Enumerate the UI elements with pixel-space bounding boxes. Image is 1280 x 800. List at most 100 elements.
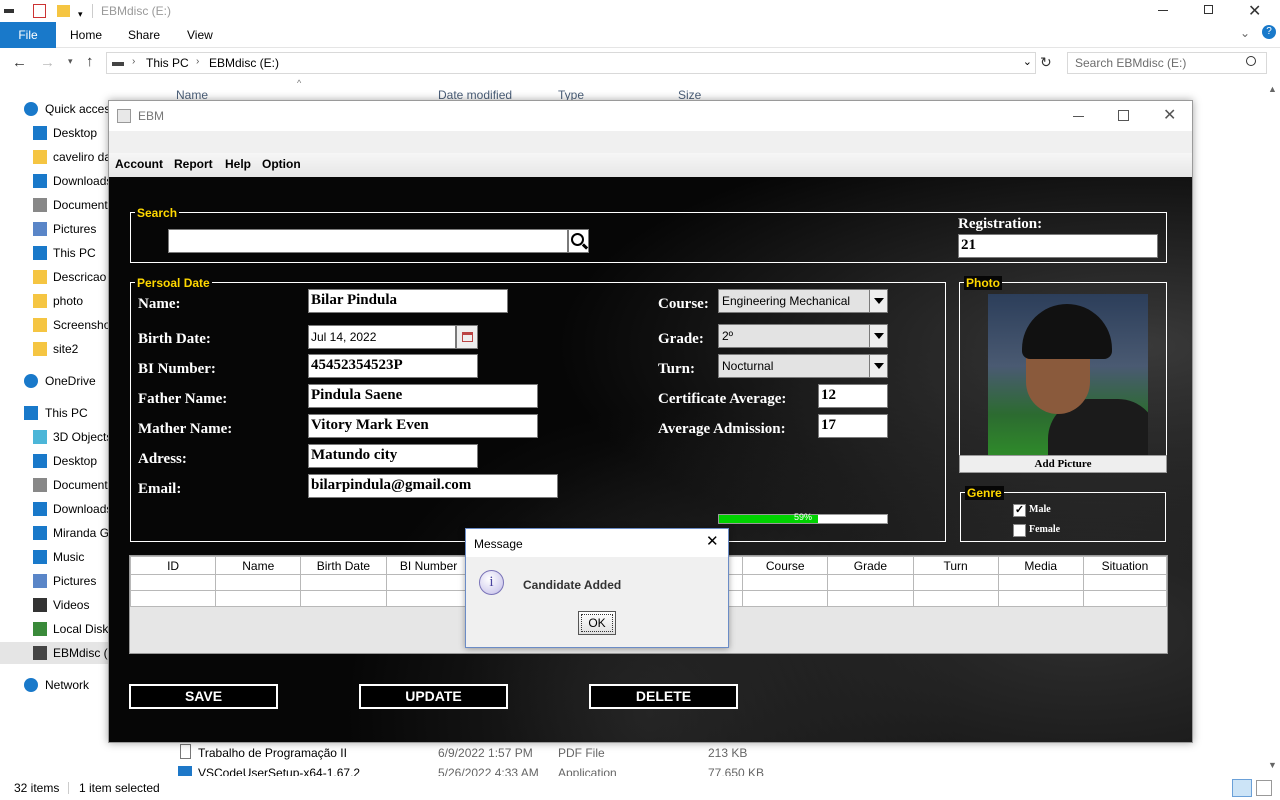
large-icons-view-icon[interactable]: [1256, 780, 1272, 796]
table-cell[interactable]: [742, 590, 829, 607]
bi-number-field[interactable]: 45452354523P: [308, 354, 478, 378]
search-input[interactable]: Search EBMdisc (E:): [1067, 52, 1267, 74]
properties-icon[interactable]: [33, 4, 46, 18]
table-cell[interactable]: [129, 590, 217, 607]
new-folder-icon[interactable]: [57, 5, 70, 17]
save-button[interactable]: SAVE: [129, 684, 278, 709]
address-dropdown-icon[interactable]: ⌄: [1023, 55, 1032, 68]
back-arrow-icon[interactable]: ←: [12, 54, 27, 71]
table-cell[interactable]: [385, 574, 472, 591]
grade-combo[interactable]: 2º: [718, 324, 888, 348]
female-checkbox[interactable]: [1013, 524, 1026, 537]
minimize-icon[interactable]: [1073, 116, 1084, 117]
ok-button[interactable]: OK: [578, 611, 616, 635]
nav-item[interactable]: This PC: [0, 242, 108, 264]
nav-item[interactable]: Documents: [0, 474, 108, 496]
restore-icon[interactable]: [1204, 5, 1213, 14]
chevron-down-icon[interactable]: [869, 290, 887, 312]
nav-item[interactable]: Documents: [0, 194, 108, 216]
nav-item[interactable]: Downloads: [0, 498, 108, 520]
file-row[interactable]: VSCodeUserSetup-x64-1.67.2 5/26/2022 4:3…: [176, 764, 776, 776]
table-cell[interactable]: [827, 574, 914, 591]
tab-view[interactable]: View: [187, 22, 213, 48]
scroll-up-icon[interactable]: ▲: [1268, 84, 1277, 94]
table-cell[interactable]: [1082, 590, 1168, 607]
average-admission-field[interactable]: 17: [818, 414, 888, 438]
table-cell[interactable]: [215, 574, 302, 591]
table-cell[interactable]: [997, 590, 1084, 607]
nav-item[interactable]: site2: [0, 338, 108, 360]
nav-item[interactable]: 3D Objects: [0, 426, 108, 448]
table-cell[interactable]: [912, 590, 999, 607]
table-cell[interactable]: [385, 590, 472, 607]
email-field[interactable]: bilarpindula@gmail.com: [308, 474, 558, 498]
close-icon[interactable]: ✕: [1163, 105, 1176, 125]
add-picture-button[interactable]: Add Picture: [959, 455, 1167, 473]
nav-item[interactable]: Local Disk: [0, 618, 108, 640]
chevron-down-icon[interactable]: ▾: [78, 9, 83, 20]
nav-item[interactable]: This PC: [0, 402, 108, 424]
nav-item[interactable]: photo: [0, 290, 108, 312]
tab-share[interactable]: Share: [128, 22, 160, 48]
table-cell[interactable]: [827, 590, 914, 607]
breadcrumb-this-pc[interactable]: This PC: [146, 56, 189, 70]
mother-name-field[interactable]: Vitory Mark Even: [308, 414, 538, 438]
table-cell[interactable]: [742, 574, 829, 591]
menu-account[interactable]: Account: [115, 157, 163, 171]
forward-arrow-icon[interactable]: →: [40, 54, 55, 71]
male-checkbox[interactable]: ✓: [1013, 504, 1026, 517]
table-column-header[interactable]: BI Number: [385, 556, 472, 575]
help-icon[interactable]: ?: [1262, 25, 1276, 39]
scroll-down-icon[interactable]: ▼: [1268, 760, 1277, 770]
nav-item[interactable]: Pictures: [0, 218, 108, 240]
update-button[interactable]: UPDATE: [359, 684, 508, 709]
menu-option[interactable]: Option: [262, 157, 301, 171]
close-icon[interactable]: ✕: [706, 532, 719, 550]
nav-item[interactable]: Videos: [0, 594, 108, 616]
close-icon[interactable]: ✕: [1248, 1, 1261, 21]
chevron-down-icon[interactable]: [869, 355, 887, 377]
menu-report[interactable]: Report: [174, 157, 213, 171]
table-cell[interactable]: [129, 574, 217, 591]
search-button[interactable]: [568, 229, 589, 253]
table-column-header[interactable]: Course: [742, 556, 829, 575]
nav-item[interactable]: Pictures: [0, 570, 108, 592]
address-bar[interactable]: › This PC › EBMdisc (E:) ⌄: [106, 52, 1036, 74]
nav-item[interactable]: Desktop: [0, 122, 108, 144]
table-column-header[interactable]: Turn: [912, 556, 999, 575]
nav-item[interactable]: OneDrive: [0, 370, 108, 392]
nav-item[interactable]: Descricao: [0, 266, 108, 288]
nav-item[interactable]: Screenshot: [0, 314, 108, 336]
nav-item[interactable]: Miranda G: [0, 522, 108, 544]
table-cell[interactable]: [1082, 574, 1168, 591]
nav-item[interactable]: EBMdisc (E: [0, 642, 108, 664]
tab-home[interactable]: Home: [70, 22, 102, 48]
table-column-header[interactable]: Birth Date: [300, 556, 387, 575]
birth-date-field[interactable]: Jul 14, 2022: [308, 325, 456, 349]
nav-item[interactable]: Music: [0, 546, 108, 568]
tab-file[interactable]: File: [0, 22, 56, 48]
father-name-field[interactable]: Pindula Saene: [308, 384, 538, 408]
nav-item[interactable]: caveliro da: [0, 146, 108, 168]
table-column-header[interactable]: ID: [129, 556, 217, 575]
calendar-button[interactable]: [456, 325, 478, 349]
nav-item[interactable]: Desktop: [0, 450, 108, 472]
table-cell[interactable]: [215, 590, 302, 607]
nav-item[interactable]: Network: [0, 674, 108, 696]
recent-chevron-icon[interactable]: ▾: [68, 56, 73, 67]
address-field[interactable]: Matundo city: [308, 444, 478, 468]
details-view-icon[interactable]: [1232, 779, 1252, 797]
menu-help[interactable]: Help: [225, 157, 251, 171]
table-cell[interactable]: [300, 574, 387, 591]
file-row[interactable]: Trabalho de Programação II 6/9/2022 1:57…: [176, 744, 776, 764]
nav-item[interactable]: Quick access: [0, 98, 108, 120]
table-cell[interactable]: [912, 574, 999, 591]
delete-button[interactable]: DELETE: [589, 684, 738, 709]
maximize-icon[interactable]: [1118, 110, 1129, 121]
certificate-average-field[interactable]: 12: [818, 384, 888, 408]
registration-field[interactable]: 21: [958, 234, 1158, 258]
table-column-header[interactable]: Media: [997, 556, 1084, 575]
table-cell[interactable]: [997, 574, 1084, 591]
student-search-input[interactable]: [168, 229, 568, 253]
course-combo[interactable]: Engineering Mechanical: [718, 289, 888, 313]
